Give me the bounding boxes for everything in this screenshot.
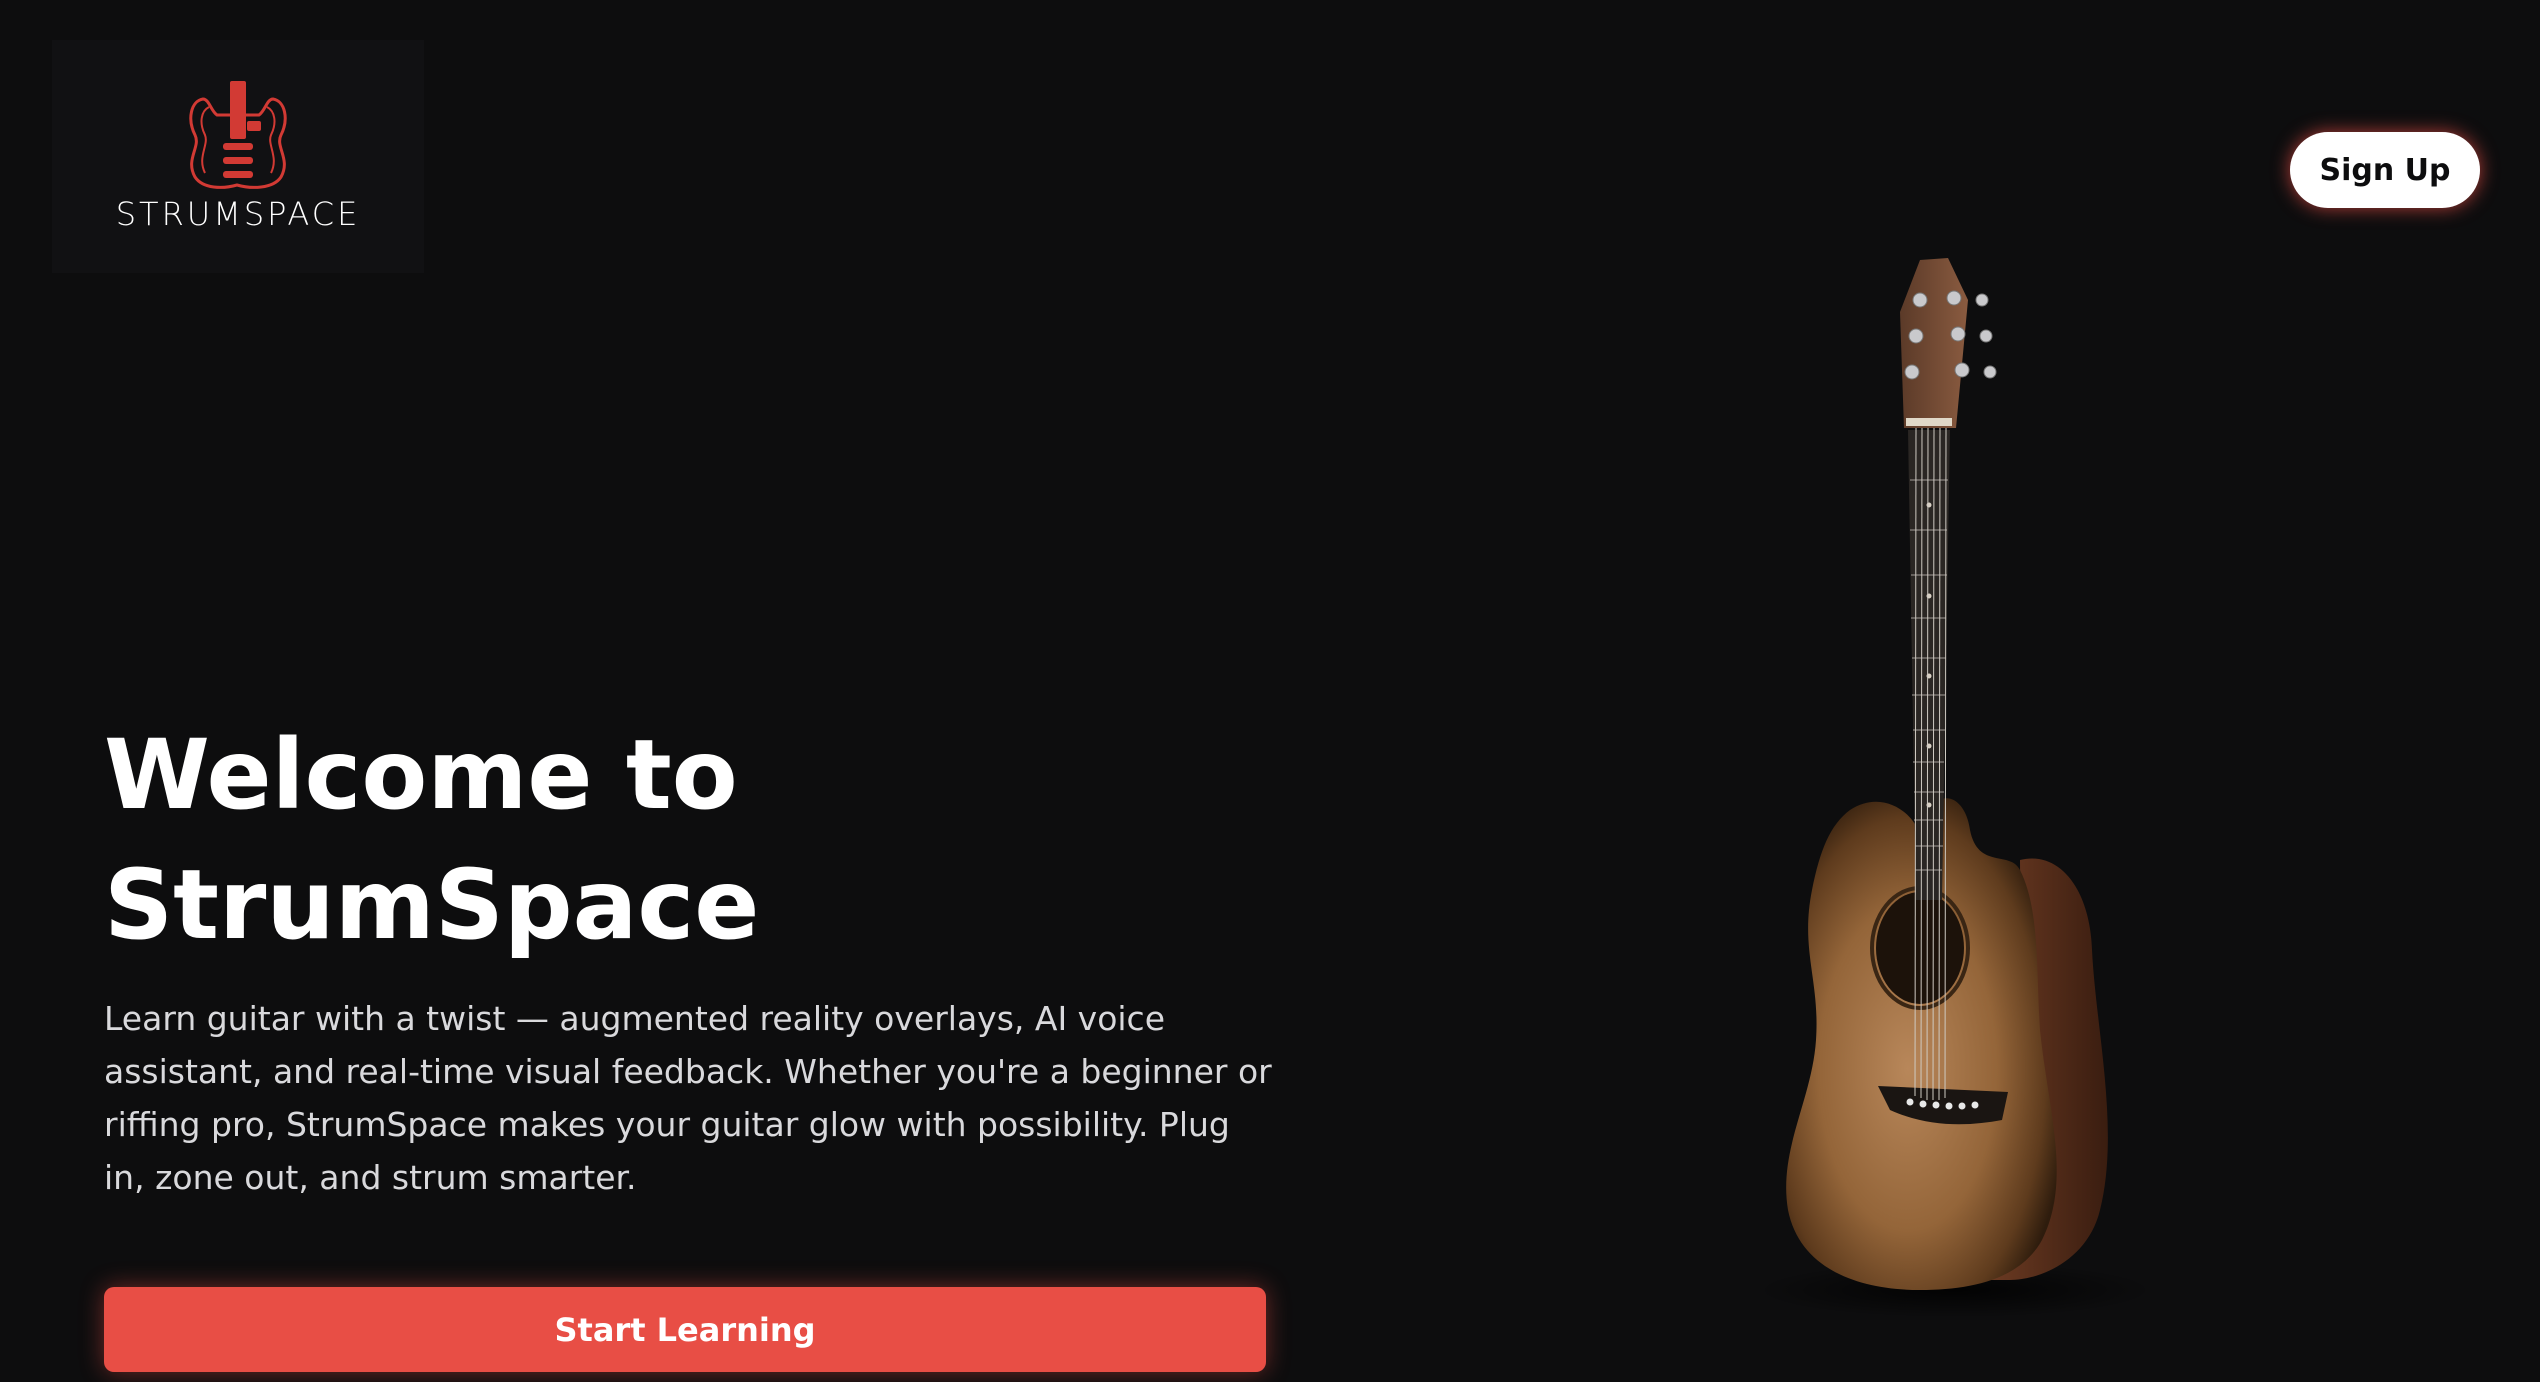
hero-title-line-1: Welcome to bbox=[104, 719, 738, 831]
hero-title-line-2: StrumSpace bbox=[104, 849, 760, 961]
landing-page: STRUMSPACE Sign Up Welcome to StrumSpace… bbox=[0, 0, 2540, 1382]
hero-title: Welcome to StrumSpace bbox=[104, 710, 1004, 970]
signup-button[interactable]: Sign Up bbox=[2290, 132, 2480, 208]
acoustic-guitar-illustration bbox=[1755, 258, 2155, 1318]
electric-guitar-logo-icon bbox=[189, 80, 287, 189]
logo-wordmark: STRUMSPACE bbox=[115, 194, 361, 233]
brand-logo[interactable]: STRUMSPACE bbox=[52, 40, 424, 273]
hero-description: Learn guitar with a twist — augmented re… bbox=[104, 999, 1272, 1197]
start-learning-button[interactable]: Start Learning bbox=[104, 1287, 1266, 1372]
